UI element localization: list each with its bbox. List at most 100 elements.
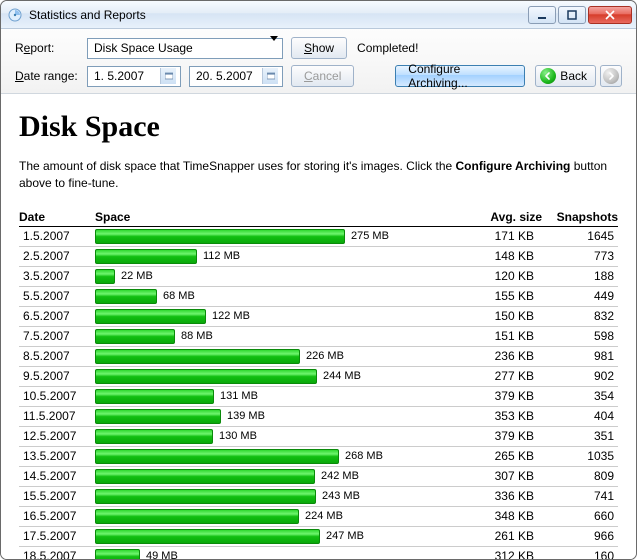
table-row: 5.5.200768 MB155 KB449 [19, 286, 618, 306]
cell-avgsize: 379 KB [466, 426, 542, 446]
cell-date: 14.5.2007 [19, 466, 95, 486]
cell-avgsize: 120 KB [466, 266, 542, 286]
cell-avgsize: 151 KB [466, 326, 542, 346]
minimize-button[interactable] [528, 6, 556, 24]
table-row: 2.5.2007112 MB148 KB773 [19, 246, 618, 266]
cell-date: 17.5.2007 [19, 526, 95, 546]
cell-space: 224 MB [95, 506, 466, 526]
cell-snapshots: 354 [542, 386, 618, 406]
cell-date: 5.5.2007 [19, 286, 95, 306]
toolbar: Report: Disk Space Usage Show Completed!… [1, 29, 636, 94]
cell-date: 1.5.2007 [19, 226, 95, 246]
cell-space: 122 MB [95, 306, 466, 326]
space-bar [95, 309, 206, 324]
space-bar [95, 289, 157, 304]
cell-space: 244 MB [95, 366, 466, 386]
maximize-button[interactable] [558, 6, 586, 24]
table-row: 1.5.2007275 MB171 KB1645 [19, 226, 618, 246]
cell-avgsize: 336 KB [466, 486, 542, 506]
window-title: Statistics and Reports [29, 8, 528, 22]
col-date: Date [19, 208, 95, 227]
cell-snapshots: 902 [542, 366, 618, 386]
space-bar-label: 131 MB [220, 390, 258, 402]
report-combobox-value: Disk Space Usage [94, 41, 193, 55]
space-bar-label: 130 MB [219, 430, 257, 442]
space-bar [95, 429, 213, 444]
space-bar-label: 224 MB [305, 510, 343, 522]
cell-date: 12.5.2007 [19, 426, 95, 446]
cell-space: 130 MB [95, 426, 466, 446]
cell-avgsize: 150 KB [466, 306, 542, 326]
space-bar-label: 88 MB [181, 330, 213, 342]
cell-snapshots: 660 [542, 506, 618, 526]
date-to-value: 20. 5.2007 [196, 69, 253, 83]
cell-avgsize: 348 KB [466, 506, 542, 526]
cell-date: 6.5.2007 [19, 306, 95, 326]
cell-avgsize: 277 KB [466, 366, 542, 386]
status-text: Completed! [357, 41, 418, 55]
cell-snapshots: 981 [542, 346, 618, 366]
space-bar [95, 529, 320, 544]
space-bar-label: 22 MB [121, 270, 153, 282]
cell-snapshots: 966 [542, 526, 618, 546]
space-bar [95, 229, 345, 244]
cell-date: 11.5.2007 [19, 406, 95, 426]
report-label: Report: [15, 41, 87, 55]
cell-snapshots: 598 [542, 326, 618, 346]
table-row: 11.5.2007139 MB353 KB404 [19, 406, 618, 426]
cell-snapshots: 188 [542, 266, 618, 286]
space-bar [95, 349, 300, 364]
forward-button[interactable] [600, 65, 622, 87]
cell-date: 15.5.2007 [19, 486, 95, 506]
cell-avgsize: 155 KB [466, 286, 542, 306]
close-button[interactable] [588, 6, 632, 24]
page-description: The amount of disk space that TimeSnappe… [19, 158, 618, 192]
cell-snapshots: 449 [542, 286, 618, 306]
col-avgsize: Avg. size [466, 208, 542, 227]
date-to-input[interactable]: 20. 5.2007 [189, 66, 283, 87]
report-combobox[interactable]: Disk Space Usage [87, 38, 283, 59]
cell-space: 22 MB [95, 266, 466, 286]
cell-space: 112 MB [95, 246, 466, 266]
col-space: Space [95, 208, 466, 227]
table-row: 10.5.2007131 MB379 KB354 [19, 386, 618, 406]
cell-date: 9.5.2007 [19, 366, 95, 386]
table-row: 6.5.2007 122 MB 150 KB832 [19, 306, 618, 326]
cell-snapshots: 809 [542, 466, 618, 486]
cell-space: 226 MB [95, 346, 466, 366]
cell-avgsize: 261 KB [466, 526, 542, 546]
table-row: 16.5.2007224 MB348 KB660 [19, 506, 618, 526]
space-bar-label: 247 MB [326, 530, 364, 542]
show-button[interactable]: Show [291, 37, 347, 59]
configure-archiving-button[interactable]: Configure Archiving... [395, 65, 525, 87]
space-bar [95, 369, 317, 384]
back-button[interactable]: Back [535, 65, 596, 87]
calendar-icon[interactable] [262, 68, 278, 84]
cell-space: 247 MB [95, 526, 466, 546]
date-from-input[interactable]: 1. 5.2007 [87, 66, 181, 87]
table-row: 17.5.2007 247 MB 261 KB966 [19, 526, 618, 546]
calendar-icon[interactable] [160, 68, 176, 84]
app-icon [7, 7, 23, 23]
space-bar [95, 549, 140, 559]
space-bar-label: 244 MB [323, 370, 361, 382]
cell-space: 275 MB [95, 226, 466, 246]
chevron-down-icon [270, 41, 278, 55]
cell-avgsize: 312 KB [466, 546, 542, 559]
space-bar-label: 122 MB [212, 310, 250, 322]
disk-space-table: Date Space Avg. size Snapshots 1.5.20072… [19, 208, 618, 559]
titlebar[interactable]: Statistics and Reports [1, 1, 636, 29]
cell-snapshots: 832 [542, 306, 618, 326]
cell-date: 2.5.2007 [19, 246, 95, 266]
table-row: 12.5.2007130 MB379 KB351 [19, 426, 618, 446]
cell-space: 242 MB [95, 466, 466, 486]
cell-space: 243 MB [95, 486, 466, 506]
cell-avgsize: 307 KB [466, 466, 542, 486]
space-bar-label: 275 MB [351, 230, 389, 242]
cell-avgsize: 148 KB [466, 246, 542, 266]
cell-space: 268 MB [95, 446, 466, 466]
page-title: Disk Space [19, 110, 618, 144]
cell-snapshots: 1645 [542, 226, 618, 246]
daterange-label: Date range: [15, 69, 87, 83]
cell-space: 49 MB [95, 546, 466, 559]
